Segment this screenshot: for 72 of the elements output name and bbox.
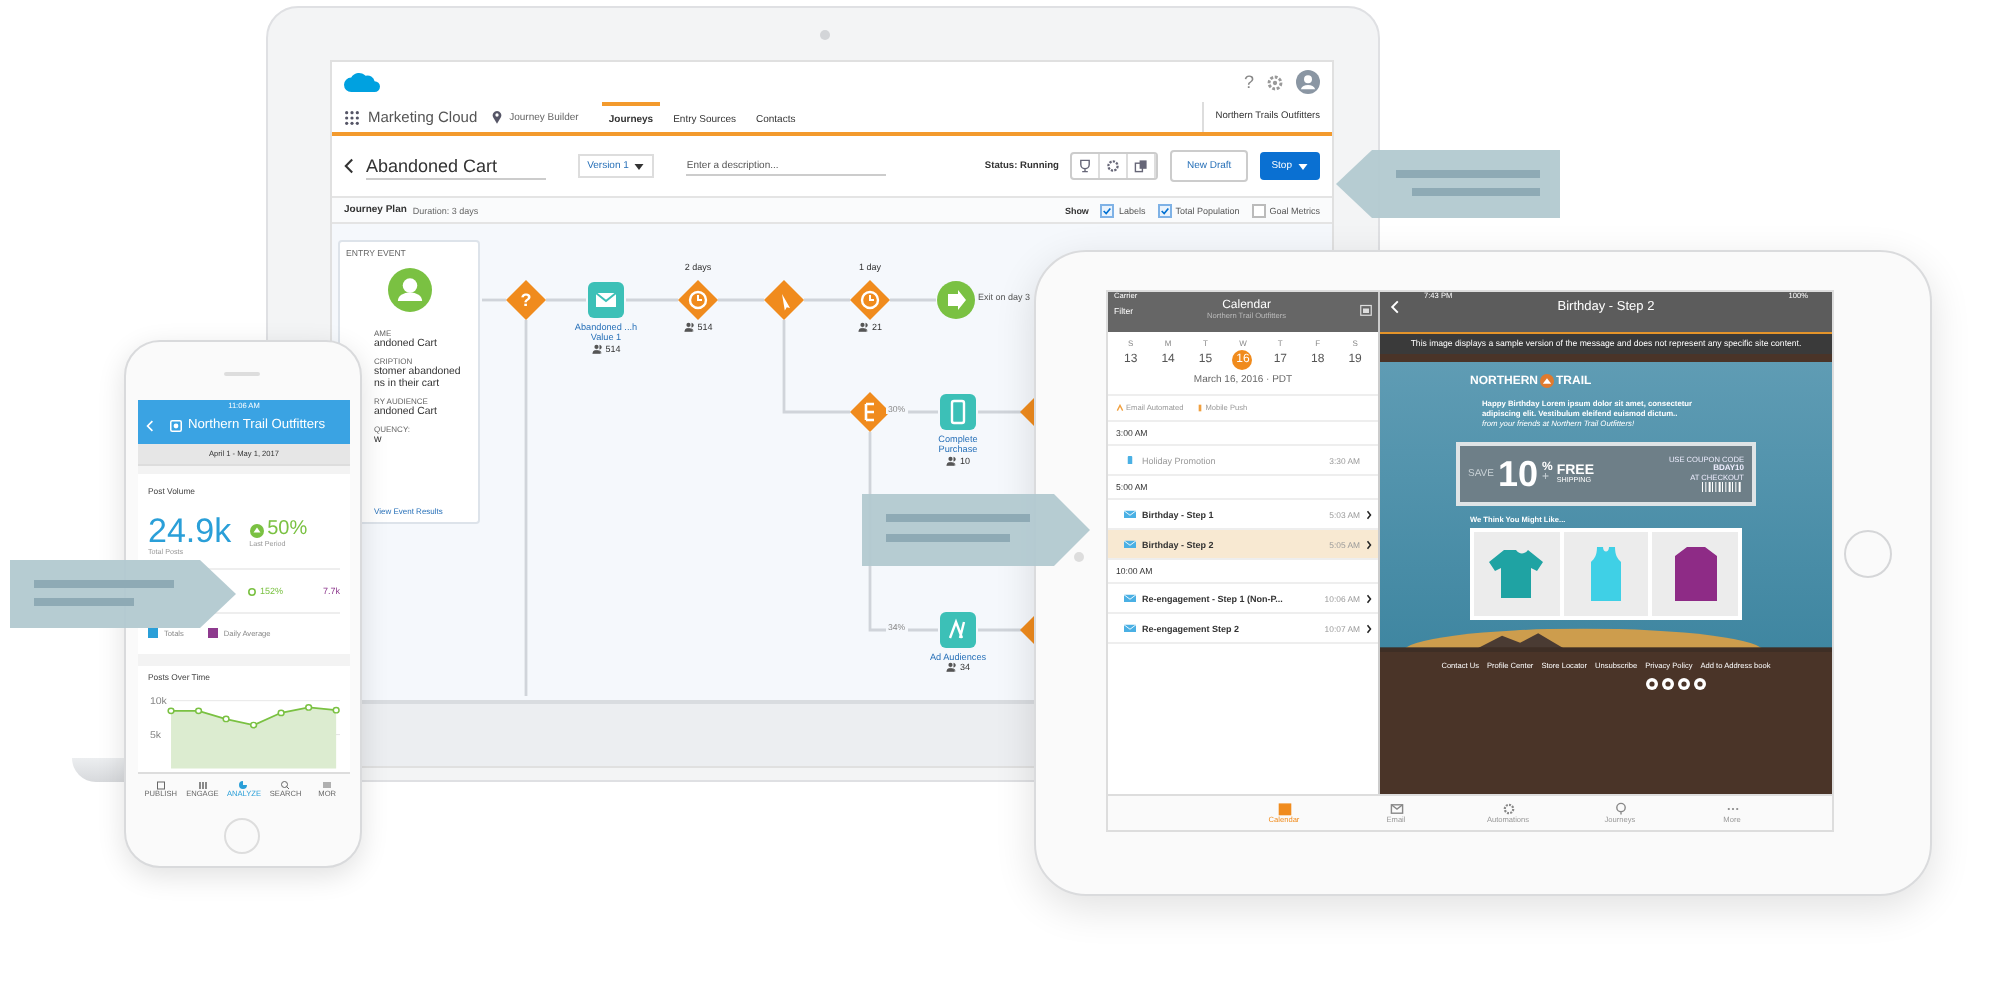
wait-node[interactable] [850, 280, 890, 320]
email-icon [1389, 802, 1403, 816]
chevron-icon [1366, 509, 1372, 519]
email-icon [1124, 593, 1136, 603]
chart-point [305, 704, 313, 711]
caret-icon [1298, 163, 1308, 169]
connector-line [978, 410, 1022, 414]
connector-line [978, 628, 1022, 632]
email-icon [1124, 509, 1136, 519]
calendar-icon [155, 779, 166, 789]
chart-point [277, 709, 285, 717]
pie-chart-icon [238, 779, 249, 789]
chart-point [332, 706, 340, 714]
connector-line [804, 298, 850, 302]
columns-icon [197, 779, 208, 789]
location-pin-icon [491, 110, 502, 124]
up-arrow-icon [249, 523, 264, 537]
email-node[interactable] [586, 280, 626, 320]
cloud-logo-icon [344, 71, 380, 93]
search-icon [280, 779, 291, 789]
people-icon [591, 343, 604, 354]
chart-point [250, 721, 258, 729]
engagement-node[interactable] [764, 280, 804, 320]
gear-icon [1501, 802, 1515, 816]
checkmark-icon [1102, 205, 1113, 215]
help-icon[interactable]: ? [1243, 72, 1254, 92]
settings-icon[interactable] [1266, 73, 1284, 91]
chart-point [167, 707, 175, 715]
connector-line [546, 298, 586, 302]
checkmark-icon [1159, 205, 1170, 215]
connector-line [890, 298, 936, 302]
exit-node[interactable] [936, 280, 976, 320]
pin-icon [1613, 802, 1627, 816]
journey-name: Abandoned Cart [366, 153, 546, 179]
people-icon [683, 322, 696, 332]
email-icon [1124, 623, 1136, 633]
people-icon [945, 455, 958, 466]
chevron-icon [1366, 593, 1372, 603]
chevron-icon [1366, 539, 1372, 549]
person-icon [387, 268, 431, 312]
icon-button-group[interactable] [1070, 152, 1159, 180]
people-icon [857, 322, 870, 332]
phone-icon [1124, 455, 1136, 465]
app-grid-icon[interactable] [344, 109, 360, 125]
brand-emblem-icon [1540, 374, 1554, 388]
connector-line [626, 298, 678, 302]
coupon-amount: 10 [1497, 453, 1538, 495]
caret-icon [634, 163, 645, 169]
calendar-icon [1277, 802, 1291, 816]
split-node[interactable] [850, 392, 890, 432]
people-icon [945, 662, 958, 673]
total-value: 24.9k [148, 514, 232, 548]
mobile-node[interactable] [938, 392, 978, 432]
caret-icon [1116, 404, 1124, 412]
barcode-icon [1700, 481, 1744, 492]
camera-dot [1074, 552, 1084, 562]
connector-line [482, 298, 506, 302]
chart-point [194, 707, 203, 715]
connector-line [782, 320, 850, 414]
camera-dot [820, 30, 830, 40]
wait-node[interactable] [678, 280, 718, 320]
ad-node[interactable] [938, 610, 978, 650]
menu-icon [322, 779, 333, 789]
chevron-icon [1366, 623, 1372, 633]
avatar-icon[interactable] [1296, 70, 1320, 94]
calendar-icon[interactable] [1360, 304, 1372, 316]
connector-line [718, 298, 764, 302]
brand-logo-icon [170, 419, 182, 431]
chart-point [222, 715, 230, 723]
change-value: 50% [267, 520, 308, 540]
email-icon [1124, 539, 1136, 549]
back-chevron-icon[interactable] [344, 158, 354, 174]
